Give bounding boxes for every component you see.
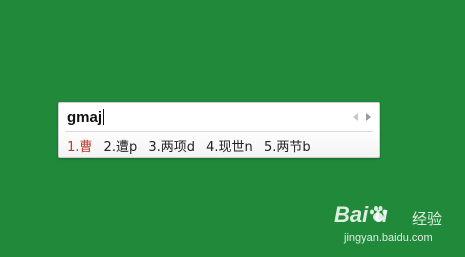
candidate-5[interactable]: 5.两节b [264,136,311,155]
chevron-left-icon[interactable] [353,113,358,121]
composition-input[interactable]: gmaj [67,109,105,126]
divider [65,131,373,132]
page-arrows [353,111,371,123]
baidu-jingyan-watermark: Bai u 经验 jingyan.baidu.com [330,198,460,250]
text-caret [103,109,105,125]
paw-icon [370,206,387,222]
watermark-url: jingyan.baidu.com [344,232,433,244]
candidate-4[interactable]: 4.现世n [206,136,253,155]
candidate-3[interactable]: 3.两项d [148,136,195,155]
candidate-2[interactable]: 2.遭p [104,136,138,155]
composition-row: gmaj [67,107,371,129]
candidate-1[interactable]: 1.曹 [67,136,92,155]
chevron-right-icon[interactable] [366,113,371,121]
candidate-list: 1.曹 2.遭p 3.两项d 4.现世n 5.两节b [67,136,318,155]
ime-candidate-window: gmaj 1.曹 2.遭p 3.两项d 4.现世n 5.两节b [58,102,380,158]
composition-text: gmaj [67,109,103,126]
jingyan-logo-text: 经验 [412,210,443,228]
